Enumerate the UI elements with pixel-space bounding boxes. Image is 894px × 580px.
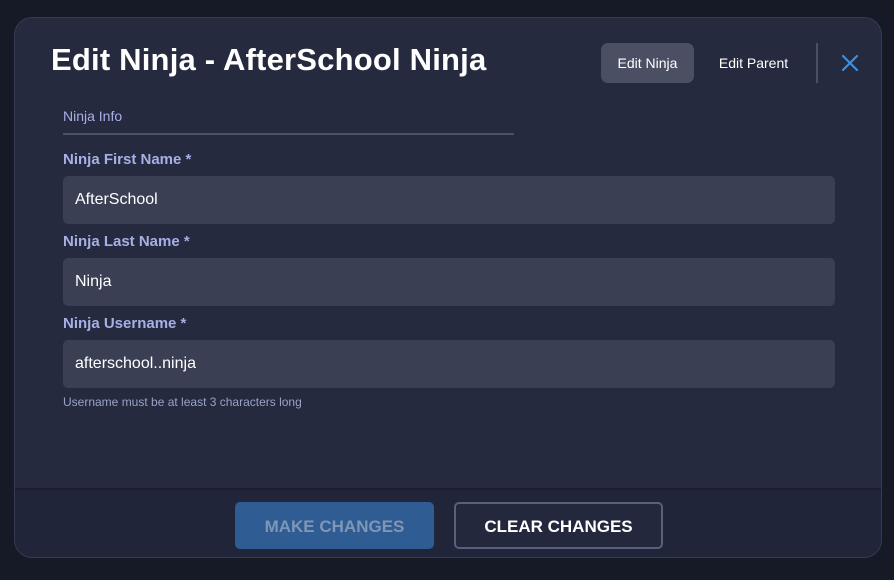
make-changes-button[interactable]: MAKE CHANGES — [235, 502, 434, 549]
first-name-label: Ninja First Name * — [63, 151, 192, 168]
modal-footer: MAKE CHANGES CLEAR CHANGES — [15, 488, 881, 557]
tab-edit-ninja[interactable]: Edit Ninja — [601, 43, 694, 83]
clear-changes-button[interactable]: CLEAR CHANGES — [454, 502, 663, 549]
username-input[interactable] — [63, 340, 835, 388]
last-name-input[interactable] — [63, 258, 835, 306]
username-label: Ninja Username * — [63, 315, 187, 332]
tab-edit-parent[interactable]: Edit Parent — [707, 43, 800, 83]
last-name-label: Ninja Last Name * — [63, 233, 190, 250]
section-underline — [63, 133, 514, 135]
close-icon — [841, 54, 859, 72]
first-name-input[interactable] — [63, 176, 835, 224]
modal-title: Edit Ninja - AfterSchool Ninja — [51, 42, 487, 77]
section-label-ninja-info: Ninja Info — [63, 108, 123, 124]
username-helper-text: Username must be at least 3 characters l… — [63, 395, 302, 409]
header-divider — [816, 43, 818, 83]
close-button[interactable] — [839, 52, 861, 74]
edit-ninja-modal: Edit Ninja - AfterSchool Ninja Edit Ninj… — [14, 17, 882, 558]
